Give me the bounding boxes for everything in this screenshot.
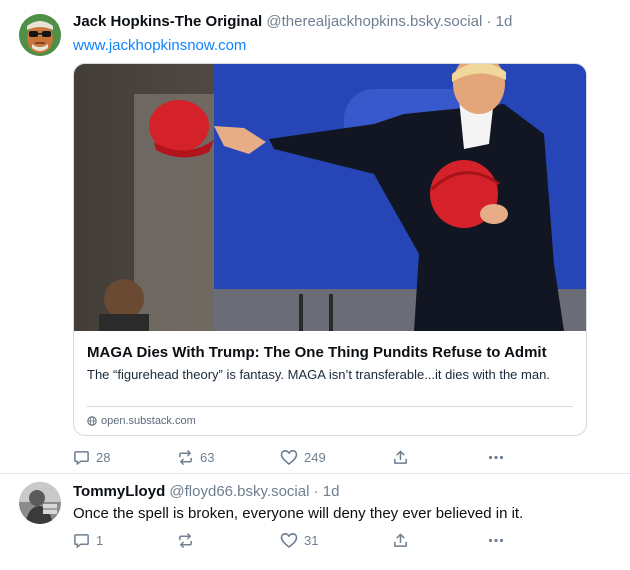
link-preview-image — [74, 64, 586, 331]
more-options-button[interactable] — [487, 447, 505, 467]
globe-icon — [87, 416, 97, 426]
like-count: 31 — [304, 532, 319, 548]
reply-button[interactable]: 1 — [73, 530, 103, 550]
post-link[interactable]: www.jackhopkinsnow.com — [73, 37, 246, 54]
post-tommy-lloyd[interactable]: TommyLloyd @floyd66.bsky.social · 1d Onc… — [0, 474, 630, 570]
card-divider — [87, 406, 573, 407]
separator-dot: · — [486, 13, 492, 30]
more-options-button[interactable] — [487, 530, 505, 550]
post-text: Once the spell is broken, everyone will … — [73, 505, 524, 522]
reply-count: 28 — [96, 449, 111, 465]
post-jack-hopkins[interactable]: Jack Hopkins-The Original @therealjackho… — [0, 0, 630, 474]
like-button[interactable]: 249 — [280, 447, 326, 467]
domain-text: open.substack.com — [101, 415, 196, 427]
link-preview-domain: open.substack.com — [87, 414, 196, 428]
post-actions: 1 31 — [73, 530, 523, 550]
heart-icon — [280, 449, 298, 465]
share-button[interactable] — [392, 530, 409, 550]
like-count: 249 — [304, 449, 326, 465]
repost-icon — [179, 532, 192, 548]
author-avatar[interactable] — [19, 14, 61, 56]
like-button[interactable]: 31 — [280, 530, 318, 550]
reply-count: 1 — [96, 532, 104, 548]
repost-button[interactable] — [177, 530, 194, 550]
post-time[interactable]: 1d — [323, 483, 340, 500]
separator-dot: · — [313, 483, 319, 500]
repost-button[interactable]: 63 — [177, 447, 214, 467]
reply-icon — [74, 533, 89, 548]
post-header: TommyLloyd @floyd66.bsky.social · 1d — [73, 483, 339, 501]
ellipsis-icon — [488, 455, 504, 459]
reply-button[interactable]: 28 — [73, 447, 110, 467]
black-and-white-photo-avatar-icon — [19, 482, 61, 524]
post-time[interactable]: 1d — [496, 13, 513, 30]
repost-icon — [179, 449, 192, 465]
share-icon — [394, 450, 407, 464]
post-header: Jack Hopkins-The Original @therealjackho… — [73, 13, 512, 31]
sunglasses-portrait-avatar-icon — [19, 14, 61, 56]
reply-icon — [74, 450, 89, 465]
ellipsis-icon — [488, 538, 504, 542]
heart-icon — [280, 532, 298, 548]
author-avatar[interactable] — [19, 482, 61, 524]
author-name[interactable]: TommyLloyd — [73, 483, 165, 500]
author-name[interactable]: Jack Hopkins-The Original — [73, 13, 262, 30]
share-button[interactable] — [392, 447, 409, 467]
post-text: www.jackhopkinsnow.com — [73, 36, 246, 56]
author-handle[interactable]: @floyd66.bsky.social — [169, 483, 309, 500]
post-actions: 28 63 249 — [73, 447, 523, 467]
link-preview-title[interactable]: MAGA Dies With Trump: The One Thing Pund… — [87, 343, 547, 363]
link-preview-card[interactable]: MAGA Dies With Trump: The One Thing Pund… — [73, 63, 587, 436]
author-handle[interactable]: @therealjackhopkins.bsky.social — [266, 13, 482, 30]
share-icon — [394, 533, 407, 547]
repost-count: 63 — [200, 449, 215, 465]
link-preview-description: The “figurehead theory” is fantasy. MAGA… — [87, 367, 550, 382]
